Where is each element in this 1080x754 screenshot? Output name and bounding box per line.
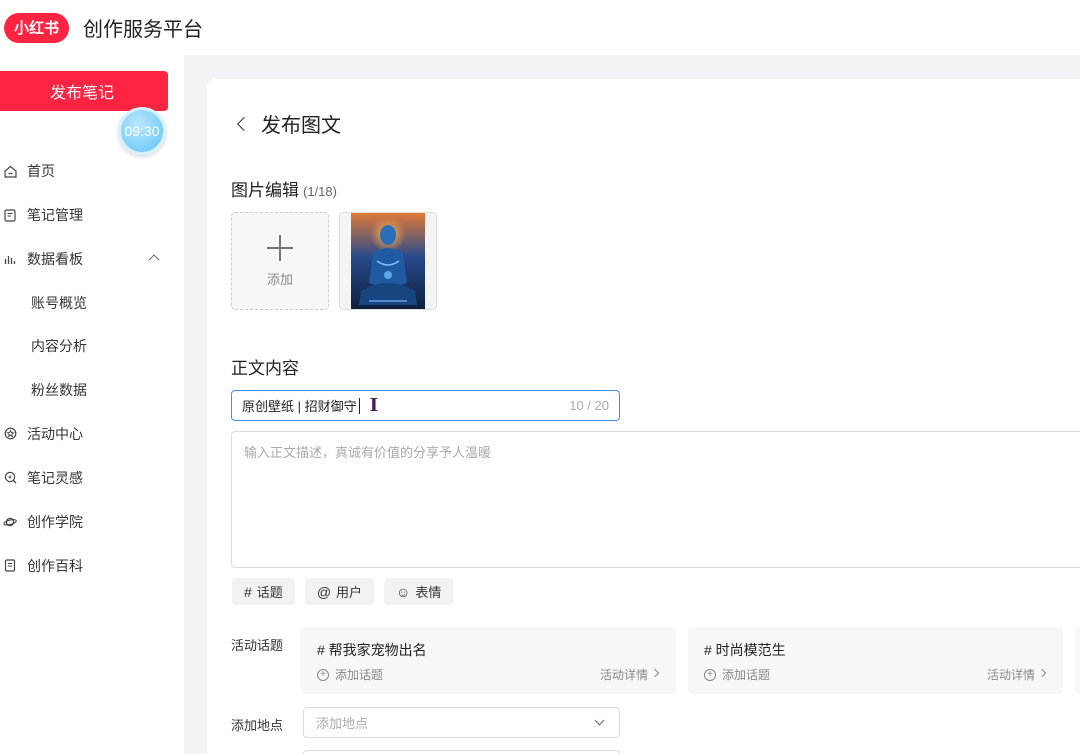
add-image-label: 添加 [266,271,293,287]
activity-icon [2,426,18,442]
sidebar-item-label: 创作学院 [27,513,83,530]
top-bar: 小红书 创作服务平台 [0,0,1080,55]
sidebar-item-label: 内容分析 [31,338,87,355]
publish-note-button[interactable]: 发布笔记 [0,71,168,111]
chip-label: 用户 [336,585,363,600]
image-section-title: 图片编辑 (1/18) [231,176,337,201]
note-icon [2,207,18,223]
circle-plus-icon: + [704,668,716,681]
sidebar-item-label: 账号概览 [31,294,87,311]
chip-label: 话题 [256,585,283,600]
circle-plus-icon: + [317,668,329,681]
ibeam-cursor-icon: I [369,395,379,416]
sidebar-nav: 首页 笔记管理 数据看板 账号概览 内容分析 粉丝数据 活动中心 笔记灵感 创作… [0,149,184,588]
add-topic-label: 添加话题 [335,668,384,682]
next-field-partial[interactable] [303,750,620,754]
title-char-counter: 10 / 20 [569,398,609,413]
add-topic-link[interactable]: + 添加话题 [317,666,383,683]
chip-label: 表情 [415,585,442,600]
mention-user-chip-button[interactable]: @ 用户 [304,578,375,605]
sidebar-item-home[interactable]: 首页 [0,149,184,193]
sidebar-item-content-analysis[interactable]: 内容分析 [0,325,184,369]
sidebar-item-label: 笔记管理 [27,207,83,223]
title-input-value: 原创壁纸 | 招财御守 [242,399,357,414]
publish-form-card: 发布图文 图片编辑 (1/18) 添加 正文内容 原创壁纸 | 招财御守 I 1… [207,79,1080,754]
image-count: (1/18) [303,184,337,199]
bar-chart-icon [2,251,18,267]
activity-topic-label: 活动话题 [231,638,284,653]
topic-chip-button[interactable]: # 话题 [232,578,295,605]
sidebar-item-label: 笔记灵感 [27,469,83,486]
sidebar-item-activity-center[interactable]: 活动中心 [0,412,184,456]
title-input[interactable]: 原创壁纸 | 招财御守 I 10 / 20 [231,390,620,421]
activity-detail-link[interactable]: 活动详情 [600,666,648,683]
insert-toolbar: # 话题 @ 用户 ☺ 表情 [232,578,454,605]
at-icon: @ [316,583,332,600]
sidebar-item-creator-wiki[interactable]: 创作百科 [0,544,184,588]
image-thumbnail[interactable] [339,212,437,310]
emoji-chip-button[interactable]: ☺ 表情 [384,578,454,605]
app-title: 创作服务平台 [83,19,204,41]
sidebar-item-label: 粉丝数据 [31,381,87,398]
sidebar-item-notes[interactable]: 笔记管理 [0,193,184,237]
add-topic-label: 添加话题 [722,668,771,682]
sidebar-item-fans-data[interactable]: 粉丝数据 [0,368,184,412]
sidebar-item-creator-academy[interactable]: 创作学院 [0,500,184,544]
activity-topic-card-peek[interactable] [1075,627,1080,694]
image-section-label: 图片编辑 [231,181,299,200]
sidebar-item-label: 活动中心 [27,425,83,442]
add-topic-link[interactable]: + 添加话题 [704,666,770,683]
topic-name: # 时尚模范生 [704,642,786,658]
content-section-title: 正文内容 [231,359,299,378]
chevron-right-icon [1037,668,1047,678]
sidebar-item-note-inspiration[interactable]: 笔记灵感 [0,456,184,500]
add-image-button[interactable]: 添加 [231,212,329,310]
back-button[interactable]: 发布图文 [235,109,341,138]
body-textarea[interactable]: 输入正文描述，真诚有价值的分享予人温暖 [231,431,1080,568]
location-placeholder: 添加地点 [316,716,369,731]
plus-icon [267,234,293,261]
inspiration-icon [2,470,18,486]
location-label: 添加地点 [231,718,284,733]
home-icon [2,163,18,179]
sidebar-item-label: 创作百科 [27,557,83,574]
activity-topic-card[interactable]: # 帮我家宠物出名 + 添加话题 活动详情 [301,627,676,694]
smiley-icon: ☺ [396,583,411,600]
topic-name: # 帮我家宠物出名 [317,642,427,658]
activity-detail-link[interactable]: 活动详情 [987,666,1035,683]
sidebar: 发布笔记 09:30 首页 笔记管理 数据看板 账号概览 内容分析 粉丝数据 活… [0,55,184,754]
chevron-down-icon [594,715,605,726]
page-title: 发布图文 [261,115,341,137]
timer-badge[interactable]: 09:30 [118,107,166,155]
text-caret [358,397,360,414]
chevron-right-icon [650,668,660,678]
activity-topic-card[interactable]: # 时尚模范生 + 添加话题 活动详情 [688,627,1063,694]
sidebar-item-data-board[interactable]: 数据看板 [0,237,184,281]
sidebar-item-label: 首页 [27,163,55,179]
chevron-up-icon[interactable] [148,254,160,266]
sidebar-item-account-overview[interactable]: 账号概览 [0,281,184,325]
body-placeholder: 输入正文描述，真诚有价值的分享予人温暖 [244,445,492,460]
book-icon [2,558,18,574]
brand-logo[interactable]: 小红书 [4,12,70,43]
planet-icon [2,514,18,530]
buddha-image [351,213,425,309]
location-select[interactable]: 添加地点 [303,707,620,738]
sidebar-item-label: 数据看板 [27,251,83,267]
chevron-left-icon [236,116,252,131]
hashtag-icon: # [244,583,252,600]
